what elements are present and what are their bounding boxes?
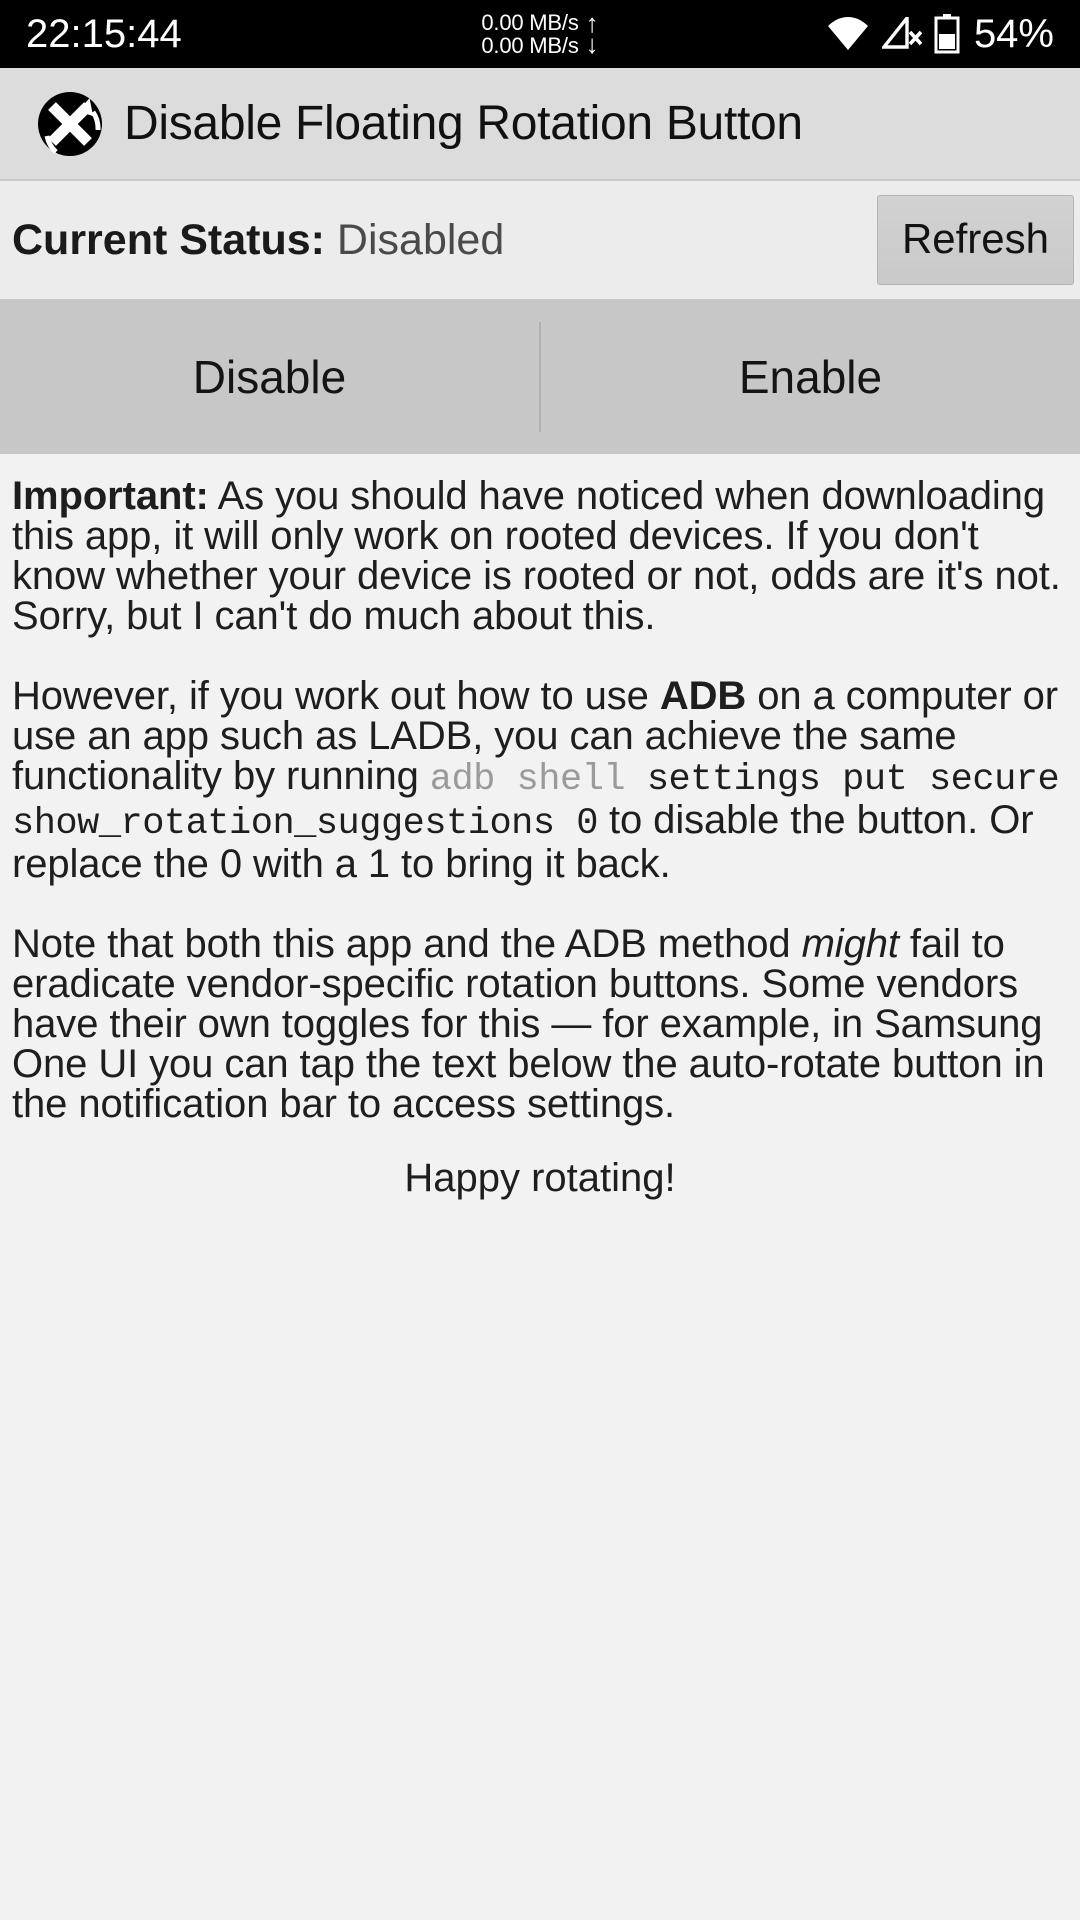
paragraph-adb: However, if you work out how to use ADB … (12, 676, 1068, 884)
info-content: Important: As you should have noticed wh… (0, 454, 1080, 1920)
battery-icon (934, 14, 960, 54)
current-status-row: Current Status: Disabled Refresh (0, 181, 1080, 299)
app-screen: 22:15:44 0.00 MB/s 0.00 MB/s ↑ ↓ 54% Dis… (0, 0, 1080, 1920)
disable-button[interactable]: Disable (0, 354, 539, 400)
system-status-bar: 22:15:44 0.00 MB/s 0.00 MB/s ↑ ↓ 54% (0, 0, 1080, 68)
adb-shell-code-dim: adb shell (429, 759, 626, 801)
arrow-down-icon: ↓ (585, 29, 599, 59)
network-upload-speed: 0.00 MB/s (481, 9, 579, 35)
paragraph-note: Note that both this app and the ADB meth… (12, 924, 1068, 1124)
battery-percent-label: 54% (973, 12, 1054, 56)
paragraph-important: Important: As you should have noticed wh… (12, 476, 1068, 636)
status-badge: Current Status: Disabled (12, 216, 504, 265)
page-title: Disable Floating Rotation Button (124, 97, 803, 150)
network-download-speed: 0.00 MB/s (481, 33, 579, 58)
adb-text-part-1: However, if you work out how to use (12, 674, 660, 718)
rotation-disabled-app-icon (30, 84, 110, 164)
status-bar-indicators: 54% (826, 14, 1054, 54)
adb-code-space (625, 759, 647, 801)
note-italic-term: might (801, 922, 899, 966)
adb-bold-term: ADB (659, 674, 747, 718)
arrow-up-icon: ↑ (585, 7, 599, 38)
current-status-label: Current Status: (12, 215, 325, 264)
app-header-bar: Disable Floating Rotation Button (0, 68, 1080, 181)
refresh-button[interactable]: Refresh (876, 195, 1074, 285)
cellular-signal-off-icon (881, 17, 922, 51)
wifi-icon (826, 17, 870, 51)
important-label: Important: (12, 474, 209, 518)
current-status-value: Disabled (336, 215, 505, 264)
action-button-row: Disable Enable (0, 299, 1080, 454)
enable-button[interactable]: Enable (541, 354, 1080, 400)
status-bar-clock: 22:15:44 (26, 12, 182, 56)
closing-message: Happy rotating! (404, 1156, 676, 1200)
note-text-part-1: Note that both this app and the ADB meth… (12, 922, 802, 966)
